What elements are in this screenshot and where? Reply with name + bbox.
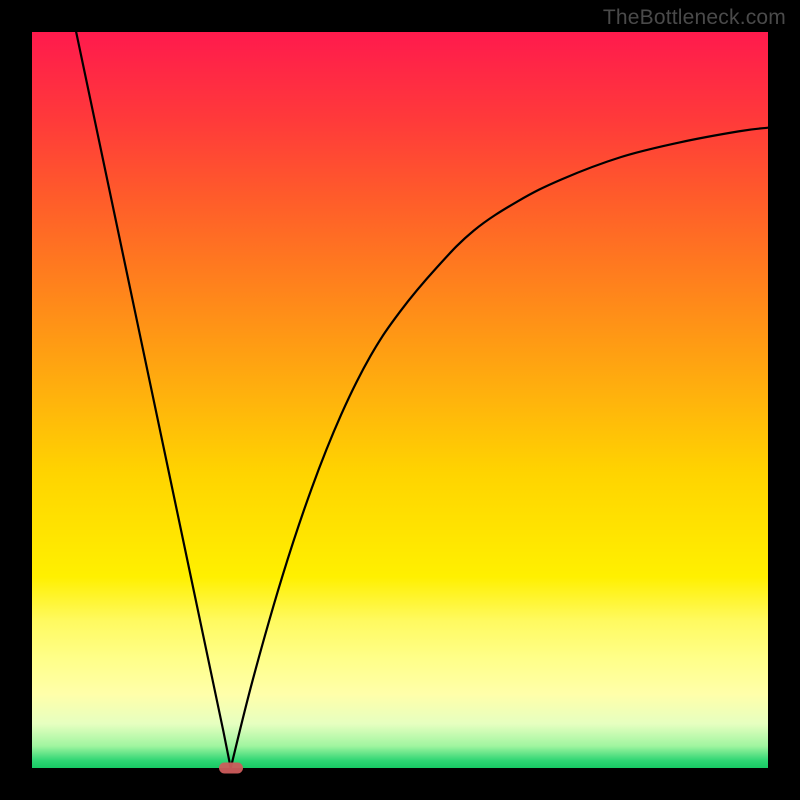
frame: TheBottleneck.com: [0, 0, 800, 800]
curve-left-branch: [76, 32, 231, 768]
watermark-text: TheBottleneck.com: [603, 6, 786, 30]
bottleneck-curve: [32, 32, 768, 768]
curve-right-branch: [231, 128, 768, 768]
minimum-marker: [219, 763, 243, 774]
plot-gradient-area: [32, 32, 768, 768]
